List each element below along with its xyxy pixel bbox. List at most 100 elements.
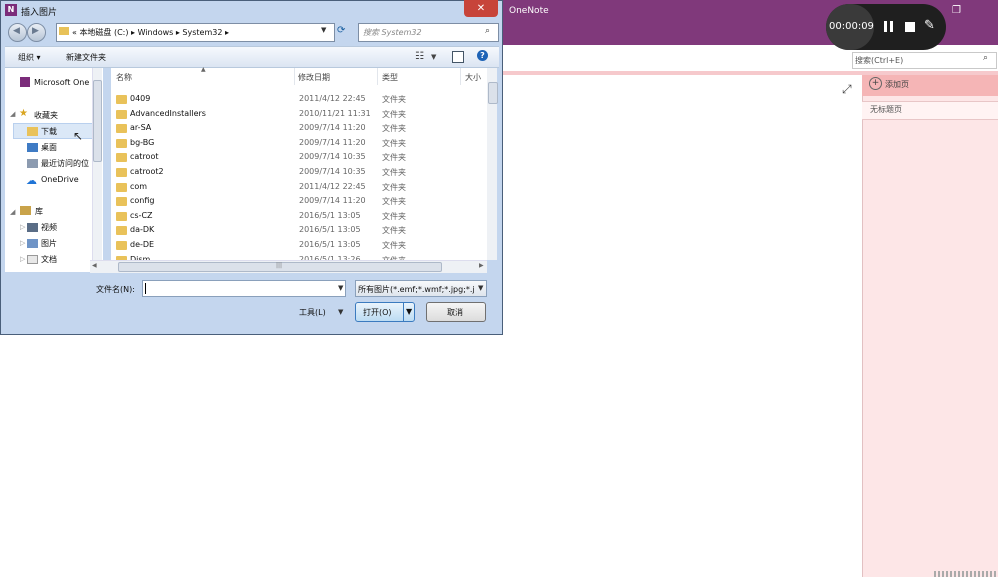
column-header-size[interactable]: 大小 bbox=[465, 72, 481, 83]
nav-item-favorites[interactable]: 收藏夹 bbox=[34, 110, 58, 121]
nav-item-library[interactable]: 库 bbox=[35, 206, 43, 217]
column-divider[interactable] bbox=[460, 68, 461, 85]
chevron-down-icon[interactable]: ▼ bbox=[431, 53, 436, 61]
folder-icon bbox=[116, 211, 127, 221]
file-list-scrollbar-thumb[interactable] bbox=[488, 82, 498, 104]
organize-button[interactable]: 组织 ▾ bbox=[18, 52, 41, 63]
expand-arrow-icon[interactable]: ▷ bbox=[20, 255, 25, 263]
tools-button[interactable]: 工具(L) bbox=[299, 307, 326, 318]
folder-icon bbox=[116, 153, 127, 163]
restore-window-button[interactable]: ❐ bbox=[952, 5, 966, 17]
table-row[interactable]: da-DK 2016/5/1 13:05 文件夹 bbox=[111, 223, 487, 237]
split-divider bbox=[403, 303, 404, 321]
folder-icon bbox=[116, 109, 127, 119]
column-header-type[interactable]: 类型 bbox=[382, 72, 398, 83]
grip-icon: ||| bbox=[276, 262, 283, 269]
forward-arrow-icon: ▶ bbox=[32, 26, 39, 36]
file-date: 2010/11/21 11:31 bbox=[299, 108, 371, 118]
file-type: 文件夹 bbox=[382, 168, 406, 177]
table-row[interactable]: de-DE 2016/5/1 13:05 文件夹 bbox=[111, 238, 487, 252]
file-type: 文件夹 bbox=[382, 241, 406, 250]
expand-arrow-icon[interactable]: ▷ bbox=[20, 239, 25, 247]
column-divider[interactable] bbox=[377, 68, 378, 85]
preview-pane-icon[interactable] bbox=[452, 51, 464, 63]
page-item-label: 无标题页 bbox=[870, 105, 902, 114]
back-button[interactable]: ◀ bbox=[8, 23, 27, 42]
collapse-arrow-icon[interactable]: ◢ bbox=[10, 208, 15, 216]
column-header-date[interactable]: 修改日期 bbox=[298, 72, 330, 83]
file-name: da-DK bbox=[130, 225, 155, 235]
table-row[interactable]: bg-BG 2009/7/14 11:20 文件夹 bbox=[111, 136, 487, 150]
close-button[interactable]: ✕ bbox=[464, 0, 498, 17]
nav-item-videos[interactable]: 视频 bbox=[41, 222, 57, 233]
nav-scrollbar-thumb[interactable] bbox=[93, 80, 102, 162]
folder-icon bbox=[116, 182, 127, 192]
table-row[interactable]: AdvancedInstallers 2010/11/21 11:31 文件夹 bbox=[111, 107, 487, 121]
file-date: 2016/5/1 13:05 bbox=[299, 240, 361, 249]
nav-item-downloads[interactable]: 下载 bbox=[41, 126, 57, 137]
search-icon[interactable]: ⌕ bbox=[485, 26, 490, 36]
column-divider[interactable] bbox=[294, 68, 295, 85]
pause-icon[interactable] bbox=[884, 21, 894, 32]
view-options-icon[interactable]: ☷ bbox=[415, 51, 424, 62]
table-row[interactable]: config 2009/7/14 11:20 文件夹 bbox=[111, 194, 487, 208]
recorder-time: 00:00:09 bbox=[829, 21, 874, 32]
chevron-down-icon[interactable]: ▼ bbox=[478, 284, 483, 292]
file-name: AdvancedInstallers bbox=[130, 108, 206, 118]
table-row[interactable]: com 2011/4/12 22:45 文件夹 bbox=[111, 180, 487, 194]
download-folder-icon bbox=[27, 127, 38, 136]
scrollbar-grip[interactable] bbox=[934, 571, 998, 577]
refresh-icon[interactable]: ⟳ bbox=[337, 25, 345, 36]
new-folder-button[interactable]: 新建文件夹 bbox=[66, 52, 106, 63]
file-name: bg-BG bbox=[130, 137, 155, 147]
filename-label: 文件名(N): bbox=[96, 285, 135, 294]
plus-icon: + bbox=[869, 77, 882, 90]
nav-item-desktop[interactable]: 桌面 bbox=[41, 142, 57, 153]
nav-item-recent[interactable]: 最近访问的位 bbox=[41, 158, 92, 169]
forward-button[interactable]: ▶ bbox=[27, 23, 46, 42]
expand-icon[interactable]: ⤢ bbox=[842, 82, 852, 97]
add-page-button[interactable] bbox=[862, 75, 998, 96]
chevron-down-icon[interactable]: ▼ bbox=[338, 308, 343, 316]
file-name: catroot bbox=[130, 152, 159, 162]
nav-item-onedrive[interactable]: OneDrive bbox=[41, 175, 79, 184]
nav-item-onenote[interactable]: Microsoft One bbox=[34, 78, 92, 87]
nav-item-documents[interactable]: 文档 bbox=[41, 254, 57, 265]
table-row[interactable]: Dism 2016/5/1 13:26 文件夹 bbox=[111, 253, 487, 260]
table-row[interactable]: cs-CZ 2016/5/1 13:05 文件夹 bbox=[111, 209, 487, 223]
nav-item-pictures[interactable]: 图片 bbox=[41, 238, 57, 249]
column-header-name[interactable]: 名称 bbox=[116, 72, 132, 83]
file-date: 2009/7/14 11:20 bbox=[299, 196, 366, 206]
folder-icon bbox=[116, 255, 127, 260]
chevron-down-icon[interactable]: ▼ bbox=[338, 284, 343, 292]
folder-icon bbox=[116, 197, 127, 207]
expand-arrow-icon[interactable]: ▷ bbox=[20, 223, 25, 231]
file-type: 文件夹 bbox=[382, 138, 406, 148]
chevron-down-icon[interactable]: ▼ bbox=[406, 307, 412, 316]
breadcrumb[interactable]: « 本地磁盘 (C:) ▸ Windows ▸ System32 ▸ bbox=[72, 27, 229, 38]
search-icon[interactable]: ⌕ bbox=[983, 53, 988, 63]
filename-input[interactable] bbox=[142, 280, 346, 297]
stop-icon[interactable] bbox=[905, 22, 915, 32]
scroll-left-icon[interactable]: ◀ bbox=[92, 262, 97, 269]
table-row[interactable]: catroot2 2009/7/14 10:35 文件夹 bbox=[111, 165, 487, 179]
file-type: 文件夹 bbox=[382, 182, 406, 192]
folder-icon bbox=[116, 138, 127, 148]
file-type: 文件夹 bbox=[382, 153, 406, 163]
file-name: catroot2 bbox=[130, 167, 164, 176]
help-icon[interactable]: ? bbox=[477, 50, 488, 61]
documents-library-icon bbox=[27, 255, 38, 264]
file-name: 0409 bbox=[130, 94, 151, 103]
chevron-down-icon[interactable]: ▼ bbox=[321, 26, 326, 34]
scroll-right-icon[interactable]: ▶ bbox=[479, 262, 484, 269]
pen-icon[interactable]: ✎ bbox=[924, 18, 940, 34]
sort-caret-icon: ▲ bbox=[201, 66, 206, 73]
file-date: 2016/5/1 13:26 bbox=[299, 254, 361, 260]
collapse-arrow-icon[interactable]: ◢ bbox=[10, 110, 15, 118]
table-row[interactable]: ar-SA 2009/7/14 11:20 文件夹 bbox=[111, 121, 487, 135]
file-date: 2009/7/14 10:35 bbox=[299, 152, 366, 162]
table-row[interactable]: catroot 2009/7/14 10:35 文件夹 bbox=[111, 150, 487, 164]
folder-icon bbox=[116, 124, 127, 134]
table-row[interactable]: 0409 2011/4/12 22:45 文件夹 bbox=[111, 92, 487, 106]
pictures-library-icon bbox=[27, 239, 38, 248]
